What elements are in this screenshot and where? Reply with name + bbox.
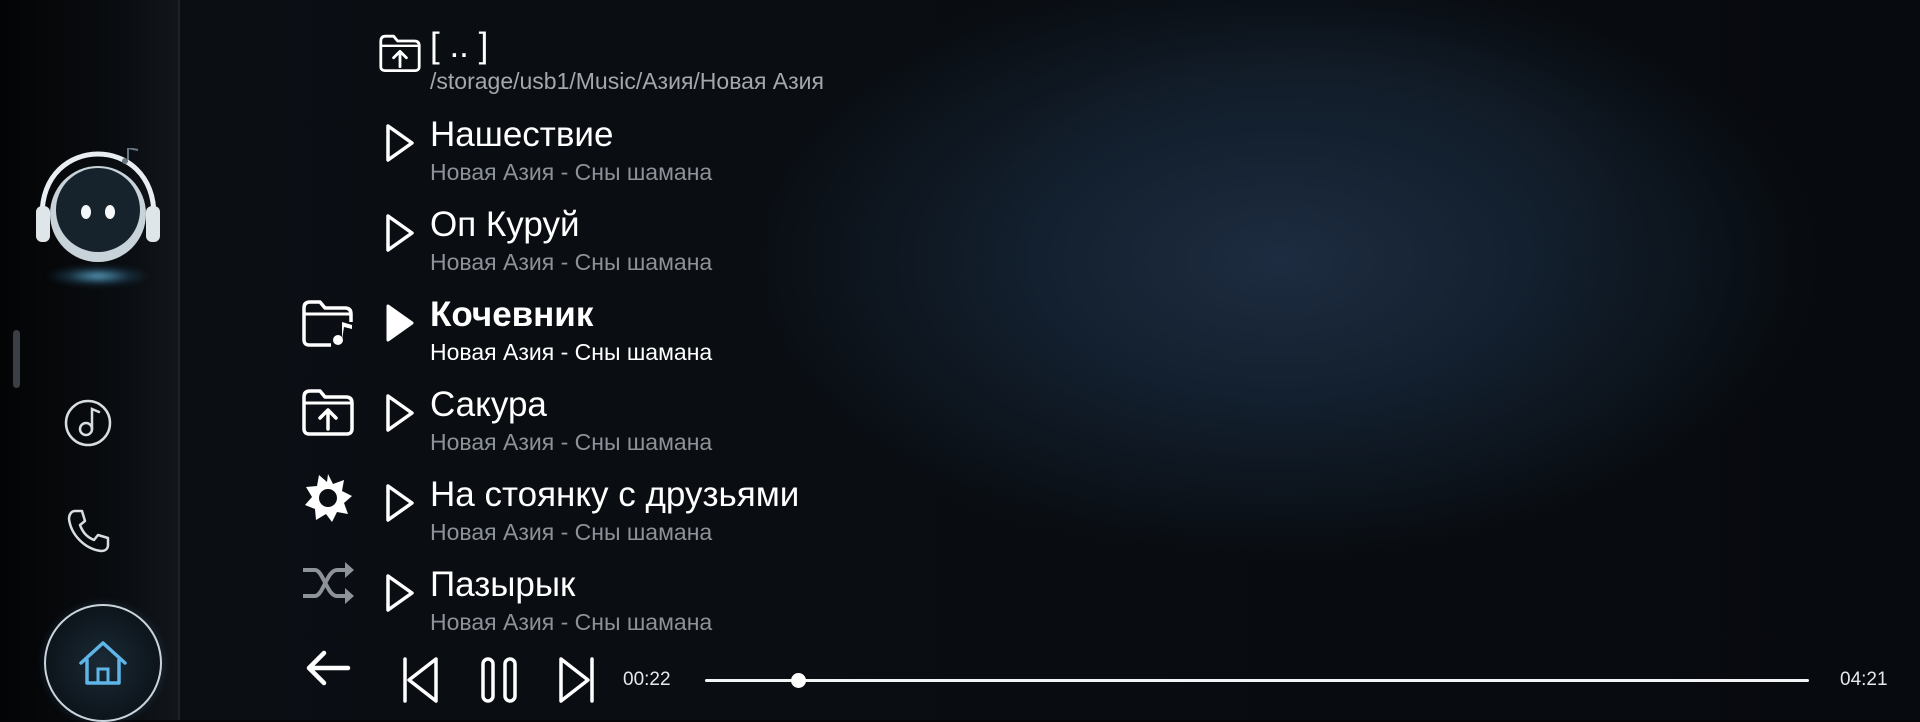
pause-button[interactable] (475, 652, 523, 708)
pause-icon (481, 657, 517, 703)
list-item-parent-directory[interactable]: [ .. ] /storage/usb1/Music/Азия/Новая Аз… (375, 8, 1920, 98)
side-dock (0, 0, 180, 722)
seek-bar[interactable] (705, 670, 1809, 690)
effects-button[interactable] (300, 470, 356, 526)
elapsed-time: 00:22 (623, 669, 671, 690)
track-subtitle: Новая Азия - Сны шамана (430, 429, 713, 455)
headphones-robot-icon (36, 148, 160, 262)
track-subtitle: Новая Азия - Сны шамана (430, 159, 713, 185)
track-title: Сакура (430, 385, 547, 424)
track-subtitle: Новая Азия - Сны шамана (430, 609, 713, 635)
track-title: Пазырык (430, 565, 576, 604)
track-title: Кочевник (430, 295, 594, 334)
music-app-button[interactable] (58, 393, 118, 453)
total-time: 04:21 (1840, 669, 1888, 690)
upload-folder-button[interactable] (300, 384, 356, 440)
track-subtitle: Новая Азия - Сны шамана (430, 249, 713, 275)
assistant-glow (48, 266, 148, 286)
play-outline-icon[interactable] (375, 118, 425, 168)
play-outline-icon[interactable] (375, 208, 425, 258)
play-filled-icon[interactable] (375, 298, 425, 348)
parent-directory-label: [ .. ] (430, 26, 489, 65)
seek-thumb[interactable] (790, 673, 806, 688)
next-track-button[interactable] (555, 652, 599, 708)
phone-icon (67, 509, 110, 553)
track-title: Оп Куруй (430, 205, 580, 244)
track-row[interactable]: Оп Куруй Новая Азия - Сны шамана (375, 188, 1920, 278)
previous-track-icon (403, 657, 438, 703)
track-row[interactable]: На стоянку с друзьями Новая Азия - Сны ш… (375, 458, 1920, 548)
track-subtitle: Новая Азия - Сны шамана (430, 519, 713, 545)
track-title: Нашествие (430, 115, 614, 154)
previous-track-button[interactable] (398, 652, 442, 708)
seek-track[interactable] (705, 679, 1809, 682)
home-button-ring (44, 604, 162, 722)
play-outline-icon[interactable] (375, 568, 425, 618)
track-row[interactable]: Нашествие Новая Азия - Сны шамана (375, 98, 1920, 188)
upload-folder-icon (375, 28, 425, 78)
upload-folder-icon (302, 389, 354, 436)
track-row-now-playing[interactable]: Кочевник Новая Азия - Сны шамана (375, 278, 1920, 368)
music-folder-button[interactable] (300, 295, 356, 351)
play-outline-icon[interactable] (375, 388, 425, 438)
track-subtitle: Новая Азия - Сны шамана (430, 339, 713, 365)
shuffle-button[interactable] (300, 555, 356, 611)
dock-drag-handle[interactable] (13, 330, 20, 388)
track-row[interactable]: Сакура Новая Азия - Сны шамана (375, 368, 1920, 458)
play-outline-icon[interactable] (375, 478, 425, 528)
track-title: На стоянку с друзьями (430, 475, 800, 514)
effects-icon (305, 474, 352, 522)
home-button[interactable] (44, 604, 162, 722)
current-path: /storage/usb1/Music/Азия/Новая Азия (430, 68, 824, 94)
home-icon (79, 641, 127, 685)
shuffle-icon (303, 562, 354, 604)
assistant-avatar[interactable] (30, 148, 166, 298)
back-arrow-icon (306, 650, 351, 686)
back-button[interactable] (300, 645, 356, 691)
phone-button[interactable] (58, 500, 118, 560)
music-folder-icon (302, 300, 353, 347)
next-track-icon (559, 657, 594, 703)
track-row[interactable]: Пазырык Новая Азия - Сны шамана (375, 548, 1920, 638)
file-browser-panel: [ .. ] /storage/usb1/Music/Азия/Новая Аз… (180, 0, 1920, 720)
music-app-icon (64, 399, 112, 447)
